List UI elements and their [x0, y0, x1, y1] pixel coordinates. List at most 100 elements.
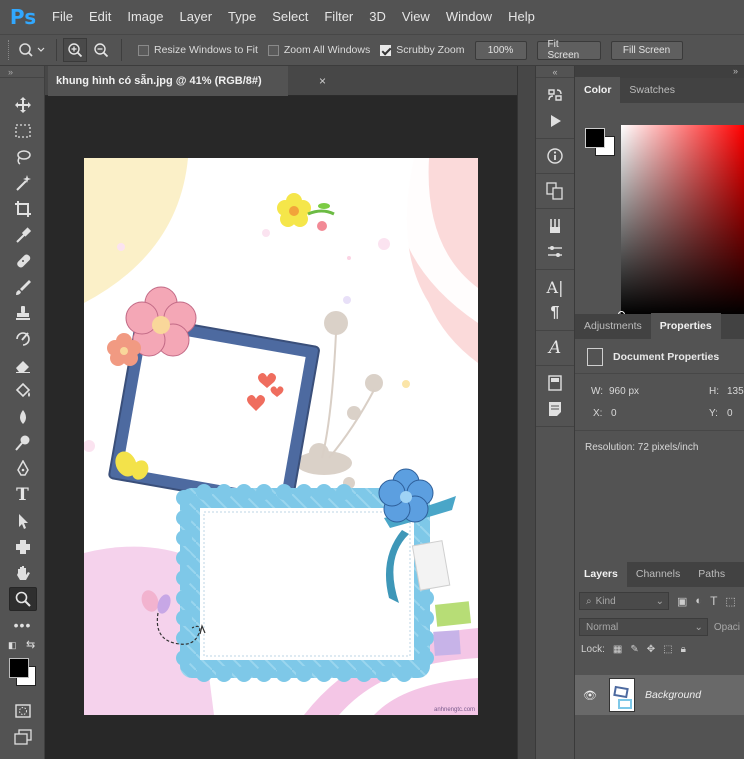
filter-pixel-icon[interactable]: ▣	[677, 595, 687, 608]
zoom-out-button[interactable]	[89, 38, 113, 62]
type-tool[interactable]: T	[0, 482, 45, 508]
canvas-scrollbar[interactable]	[517, 66, 535, 759]
filter-shape-icon[interactable]: ⬚	[725, 595, 735, 608]
eye-icon[interactable]: 👁︎	[575, 689, 605, 702]
fill-screen-button[interactable]: Fill Screen	[610, 40, 683, 60]
x-label: X:	[593, 408, 603, 419]
glyphs-panel-button[interactable]: A	[536, 335, 574, 361]
blur-tool[interactable]	[0, 404, 45, 430]
quick-selection-tool[interactable]	[0, 170, 45, 196]
x-value[interactable]: 0	[611, 408, 617, 419]
filter-adjustment-icon[interactable]: ◐	[695, 595, 702, 607]
info-panel-button[interactable]	[536, 143, 574, 169]
canvas-area[interactable]: anhnengtc.com	[45, 96, 517, 759]
history-brush-tool[interactable]	[0, 326, 45, 352]
foreground-color-swatch[interactable]	[9, 658, 29, 678]
collapse-dock-icon[interactable]: «	[536, 66, 574, 78]
lock-transparent-icon[interactable]: ▦	[613, 644, 622, 655]
menu-window[interactable]: Window	[438, 0, 500, 34]
eyedropper-tool[interactable]	[0, 222, 45, 248]
tab-properties[interactable]: Properties	[650, 313, 721, 339]
height-value[interactable]: 135	[727, 386, 744, 397]
panel-foreground-swatch[interactable]	[585, 128, 605, 148]
lock-position-icon[interactable]: ✥	[647, 644, 655, 655]
menu-select[interactable]: Select	[264, 0, 316, 34]
paint-bucket-tool[interactable]	[0, 378, 45, 404]
character-panel-button[interactable]: A|	[536, 274, 574, 300]
screen-mode-button[interactable]	[0, 724, 45, 750]
document-tab[interactable]: khung hình có sẵn.jpg @ 41% (RGB/8#) ×	[48, 66, 326, 96]
zoom-all-windows-checkbox[interactable]: Zoom All Windows	[267, 44, 370, 56]
checkbox-box[interactable]	[380, 44, 392, 56]
menu-edit[interactable]: Edit	[81, 0, 119, 34]
scrubby-zoom-checkbox[interactable]: Scrubby Zoom	[380, 44, 465, 56]
move-tool[interactable]	[0, 92, 45, 118]
menu-file[interactable]: File	[44, 0, 81, 34]
menu-help[interactable]: Help	[500, 0, 543, 34]
clone-stamp-tool[interactable]	[0, 300, 45, 326]
tab-channels[interactable]: Channels	[627, 561, 689, 587]
hand-tool[interactable]	[0, 560, 45, 586]
magic-wand-icon	[15, 175, 31, 191]
history-icon	[548, 89, 562, 101]
zoom-tool[interactable]	[0, 586, 45, 612]
fit-screen-button[interactable]: Fit Screen	[536, 39, 601, 61]
brush-tool[interactable]	[0, 274, 45, 300]
edit-toolbar-button[interactable]: •••	[0, 612, 45, 638]
y-value[interactable]: 0	[727, 408, 733, 419]
color-spectrum-field[interactable]	[618, 125, 744, 318]
collapse-toolbar-icon[interactable]: »	[0, 66, 44, 78]
layer-kind-filter[interactable]: ⌕ Kind ⌄	[579, 592, 669, 610]
notes-panel-button[interactable]	[536, 396, 574, 422]
menu-image[interactable]: Image	[119, 0, 171, 34]
color-swatches: ◧ ⇆	[0, 638, 44, 698]
document-canvas[interactable]: anhnengtc.com	[84, 158, 478, 715]
layer-name[interactable]: Background	[645, 689, 701, 701]
lock-all-icon[interactable]: 🔒︎	[681, 644, 686, 655]
default-colors-icon[interactable]: ◧	[8, 640, 17, 651]
hand-icon	[16, 566, 30, 580]
libraries-panel-button[interactable]	[536, 370, 574, 396]
width-value[interactable]: 960 px	[609, 386, 639, 397]
lock-artboard-icon[interactable]: ⬚	[663, 644, 672, 655]
menu-filter[interactable]: Filter	[316, 0, 361, 34]
filter-type-icon[interactable]: T	[710, 594, 717, 608]
path-selection-tool[interactable]	[0, 508, 45, 534]
tab-swatches[interactable]: Swatches	[620, 77, 684, 103]
lasso-icon	[16, 150, 31, 165]
brush-settings-button[interactable]	[536, 239, 574, 265]
menu-layer[interactable]: Layer	[172, 0, 221, 34]
tab-adjustments[interactable]: Adjustments	[575, 313, 651, 339]
marquee-tool[interactable]	[0, 118, 45, 144]
tab-layers[interactable]: Layers	[575, 561, 627, 587]
menu-3d[interactable]: 3D	[361, 0, 394, 34]
checkbox-box[interactable]	[267, 44, 279, 56]
resize-windows-checkbox[interactable]: Resize Windows to Fit	[138, 44, 258, 56]
pen-tool[interactable]	[0, 456, 45, 482]
layer-row[interactable]: 👁︎ Background	[575, 675, 744, 715]
dodge-tool[interactable]	[0, 430, 45, 456]
swap-colors-icon[interactable]: ⇆	[26, 638, 35, 651]
eraser-tool[interactable]	[0, 352, 45, 378]
tab-paths[interactable]: Paths	[689, 561, 734, 587]
menu-view[interactable]: View	[394, 0, 438, 34]
history-panel-button[interactable]	[536, 82, 574, 108]
checkbox-box[interactable]	[138, 44, 149, 56]
zoom-in-button[interactable]	[63, 38, 87, 62]
blend-mode-select[interactable]: Normal ⌄	[579, 618, 708, 636]
menu-type[interactable]: Type	[220, 0, 264, 34]
close-tab-icon[interactable]: ×	[319, 74, 326, 88]
crop-tool[interactable]	[0, 196, 45, 222]
zoom-100-button[interactable]: 100%	[474, 40, 527, 60]
layer-comps-button[interactable]	[536, 178, 574, 204]
lasso-tool[interactable]	[0, 144, 45, 170]
lock-paint-icon[interactable]: ✎	[630, 644, 638, 655]
healing-brush-tool[interactable]	[0, 248, 45, 274]
tab-color[interactable]: Color	[575, 77, 621, 103]
brushes-panel-button[interactable]	[536, 213, 574, 239]
custom-shape-tool[interactable]	[0, 534, 45, 560]
quick-mask-button[interactable]	[0, 698, 45, 724]
tool-preset-picker[interactable]	[14, 38, 50, 62]
paragraph-panel-button[interactable]: ¶	[536, 300, 574, 326]
actions-panel-button[interactable]	[536, 108, 574, 134]
